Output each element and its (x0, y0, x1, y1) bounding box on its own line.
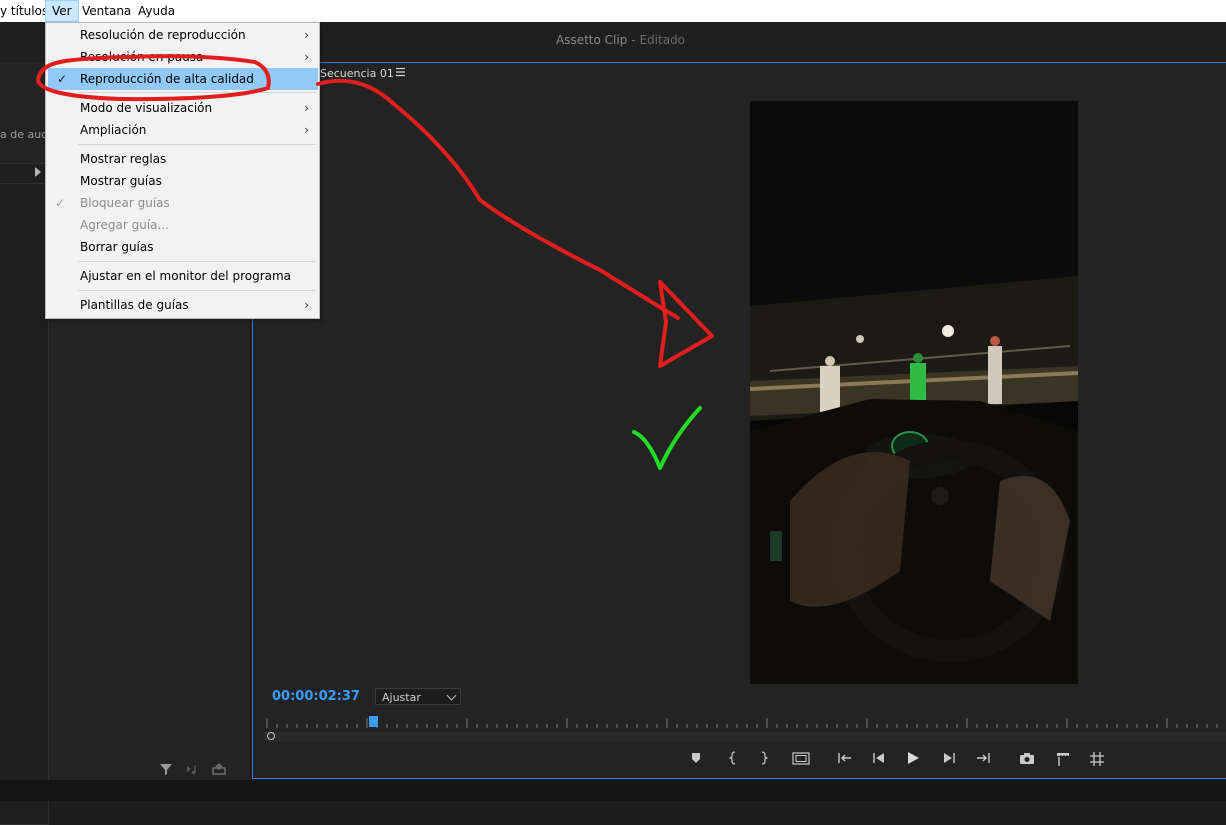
menu-item-show-guides[interactable]: Mostrar guías (46, 170, 319, 192)
time-ruler[interactable] (265, 716, 1226, 730)
insert-audio-icon[interactable] (185, 762, 201, 776)
expand-arrow-icon[interactable] (35, 167, 41, 177)
left-panel-list (0, 163, 49, 825)
program-monitor-panel (252, 62, 1226, 779)
grid-guides-icon[interactable] (1088, 751, 1106, 771)
zoom-scrollbar-handle[interactable] (267, 732, 275, 740)
menu-item-add-guide: Agregar guía... (46, 214, 319, 236)
step-forward-icon[interactable] (941, 751, 957, 771)
add-marker-icon[interactable] (689, 751, 703, 771)
go-to-in-icon[interactable] (836, 751, 854, 771)
menu-item-label: Mostrar guías (80, 174, 162, 188)
video-frame: 31 (750, 101, 1078, 684)
status-bar (0, 780, 1226, 801)
comparison-view-icon[interactable] (1054, 751, 1072, 771)
chevron-right-icon: › (304, 298, 309, 312)
menu-separator (78, 144, 316, 145)
menu-separator (78, 92, 316, 93)
chevron-right-icon: › (304, 28, 309, 42)
mark-out-icon[interactable] (758, 751, 770, 771)
menu-item-label: Reproducción de alta calidad (80, 72, 254, 86)
menu-item-guide-templates[interactable]: Plantillas de guías › (46, 294, 319, 316)
left-panel-tab[interactable]: a de aud (0, 128, 48, 141)
export-frame-icon[interactable] (211, 762, 227, 776)
playhead-marker[interactable] (369, 716, 378, 727)
menu-item-show-rulers[interactable]: Mostrar reglas (46, 148, 319, 170)
checkmark-icon: ✓ (55, 196, 66, 210)
menu-ver[interactable]: Ver (45, 0, 79, 22)
menu-item-label: Agregar guía... (80, 218, 169, 232)
chevron-right-icon: › (304, 101, 309, 115)
menu-item-high-quality-playback[interactable]: ✓ Reproducción de alta calidad (48, 68, 318, 90)
filter-icon[interactable] (158, 762, 174, 776)
menu-ventana[interactable]: Ventana (82, 0, 131, 22)
menu-item-paused-resolution[interactable]: Resolución en pausa › (46, 46, 319, 68)
menu-item-snap-in-program-monitor[interactable]: Ajustar en el monitor del programa (46, 265, 319, 287)
menu-bar: y títulos Ver Ventana Ayuda (0, 0, 1226, 22)
menu-item-label: Bloquear guías (80, 196, 170, 210)
hamburger-menu-icon[interactable] (396, 66, 406, 80)
menu-item-playback-resolution[interactable]: Resolución de reproducción › (46, 24, 319, 46)
menu-item-lock-guides: ✓ Bloquear guías (46, 192, 319, 214)
step-back-icon[interactable] (871, 751, 887, 771)
checkmark-icon: ✓ (57, 72, 68, 86)
playhead-timecode[interactable]: 00:00:02:37 (272, 689, 360, 704)
menu-item-magnification[interactable]: Ampliación › (46, 119, 319, 141)
menu-item-label: Plantillas de guías (80, 298, 189, 312)
chevron-right-icon: › (304, 50, 309, 64)
menu-separator (78, 261, 316, 262)
app-title: Assetto Clip - Editado (556, 33, 685, 47)
export-frame-camera-icon[interactable] (1018, 751, 1036, 771)
zoom-scrollbar[interactable] (264, 732, 1226, 741)
menu-item-label: Resolución de reproducción (80, 28, 246, 42)
chevron-down-icon (446, 690, 457, 701)
menu-item-label: Borrar guías (80, 240, 154, 254)
play-icon[interactable] (905, 751, 921, 771)
go-to-out-icon[interactable] (974, 751, 992, 771)
app-title-status: - Editado (631, 33, 686, 47)
menu-ayuda[interactable]: Ayuda (138, 0, 175, 22)
mark-in-icon[interactable] (727, 751, 739, 771)
menu-item-label: Modo de visualización (80, 101, 213, 115)
menu-item-label: Ampliación (80, 123, 147, 137)
safe-margins-icon[interactable] (791, 751, 811, 771)
menu-item-label: Resolución en pausa (80, 50, 204, 64)
app-title-text: Assetto Clip (556, 33, 628, 47)
menu-item-display-mode[interactable]: Modo de visualización › (46, 97, 319, 119)
menu-item-label: Mostrar reglas (80, 152, 167, 166)
view-dropdown-menu: Resolución de reproducción › Resolución … (45, 22, 320, 319)
video-scene: 31 (750, 101, 1078, 684)
menu-item-label: Ajustar en el monitor del programa (80, 269, 292, 283)
menu-item-clear-guides[interactable]: Borrar guías (46, 236, 319, 258)
zoom-fit-value: Ajustar (382, 691, 421, 704)
zoom-fit-select[interactable]: Ajustar (375, 688, 461, 705)
chevron-right-icon: › (304, 123, 309, 137)
menu-titles[interactable]: y títulos (0, 0, 48, 22)
sequence-title[interactable]: Secuencia 01 (320, 67, 394, 80)
menu-separator (78, 290, 316, 291)
